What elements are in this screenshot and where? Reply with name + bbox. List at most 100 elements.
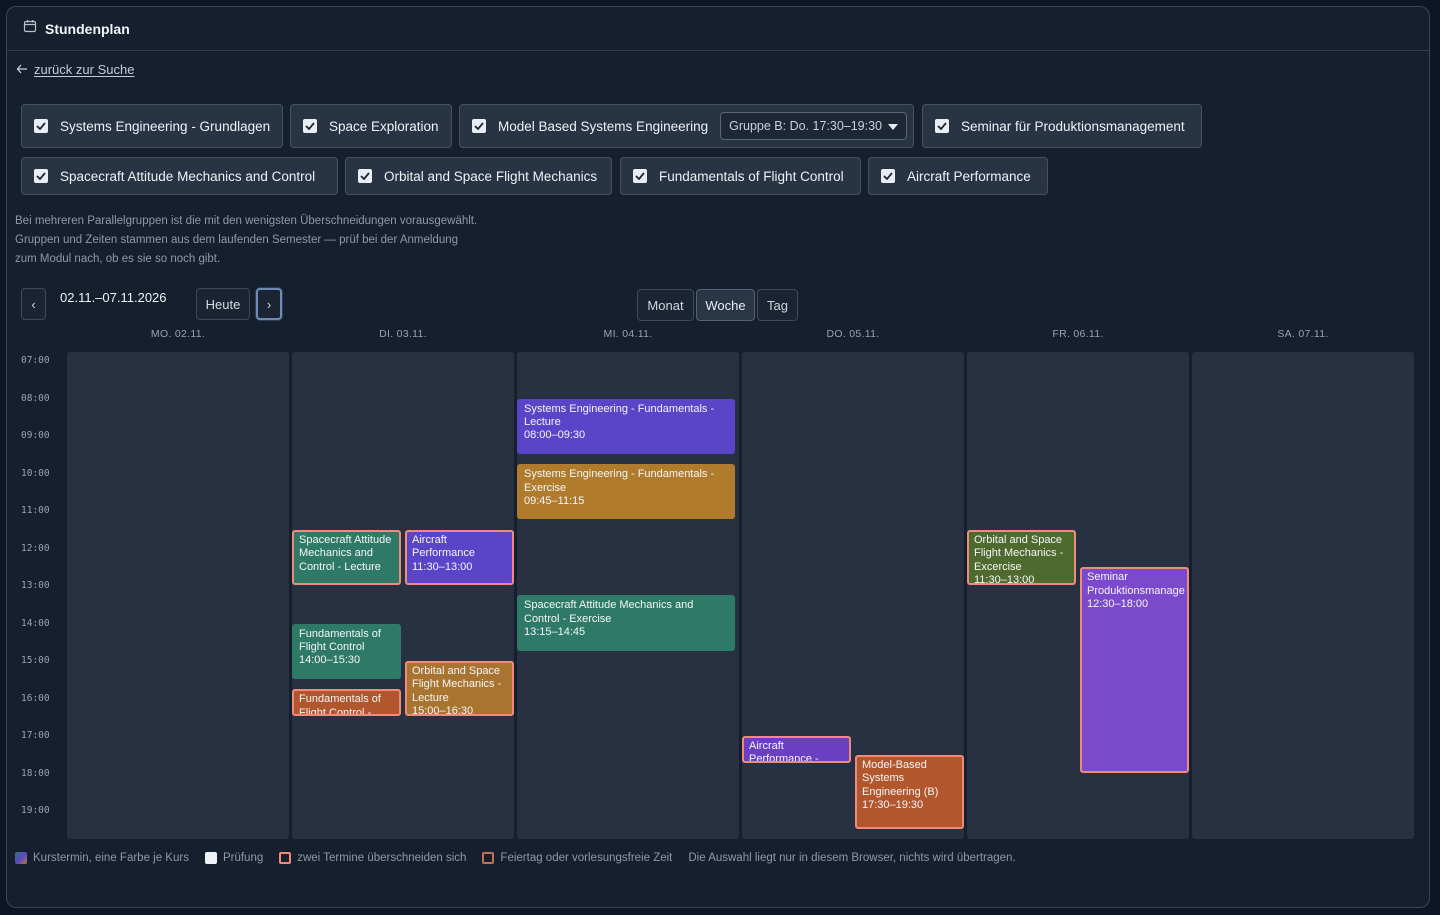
event-block[interactable]: Aircraft Performance - (742, 736, 851, 764)
view-day-button[interactable]: Tag (757, 289, 798, 321)
course-label: Fundamentals of Flight Control (659, 168, 844, 184)
day-header-thu: DO. 05.11. (826, 328, 880, 340)
legend-swatch-course (15, 852, 27, 864)
checkbox-checked-icon[interactable] (303, 119, 317, 133)
course-label: Spacecraft Attitude Mechanics and Contro… (60, 168, 316, 184)
page-title: Stundenplan (45, 20, 130, 37)
time-label: 16:00 (21, 692, 50, 704)
legend-overlap-label: zwei Termine überschneiden sich (297, 852, 467, 864)
course-chip-seminar-produktionsmanagement[interactable]: Seminar für Produktionsmanagement (922, 104, 1202, 148)
course-chip-orbital-mechanics[interactable]: Orbital and Space Flight Mechanics (345, 157, 612, 195)
event-block[interactable]: Orbital and Space Flight Mechanics - Lec… (405, 661, 514, 717)
checkbox-checked-icon[interactable] (633, 169, 647, 183)
group-select[interactable]: Gruppe B: Do. 17:30–19:30 (720, 112, 908, 140)
day-header-mon: MO. 02.11. (150, 328, 206, 340)
event-time: 13:15–14:45 (524, 626, 586, 639)
event-title: Systems Engineering - Fundamentals - Lec… (524, 402, 715, 428)
event-title: Spacecraft Attitude Mechanics and Contro… (299, 533, 392, 573)
legend-course-label: Kurstermin, eine Farbe je Kurs (33, 852, 189, 864)
hint-line: zum Modul nach, ob es sie so noch gibt. (15, 253, 221, 265)
chevron-down-icon (888, 119, 899, 133)
event-block[interactable]: Spacecraft Attitude Mechanics and Contro… (517, 595, 735, 651)
checkbox-checked-icon[interactable] (358, 169, 372, 183)
legend-exam-label: Prüfung (222, 852, 264, 864)
calendar-icon (23, 19, 37, 38)
back-link-label: zurück zur Suche (34, 62, 135, 77)
view-week-button[interactable]: Woche (696, 289, 755, 321)
legend-note-label: Die Auswahl liegt nur in diesem Browser,… (688, 852, 1016, 864)
event-title: Fundamentals of Flight Control - (299, 693, 381, 717)
course-label: Systems Engineering - Grundlagen (60, 118, 271, 134)
time-label: 19:00 (21, 805, 50, 816)
day-column-sat[interactable] (1192, 352, 1414, 839)
legend-exam: Prüfung (204, 852, 264, 864)
event-time: 17:30–19:30 (862, 798, 924, 811)
checkbox-checked-icon[interactable] (935, 119, 949, 133)
group-select-value: Gruppe B: Do. 17:30–19:30 (729, 119, 883, 133)
course-label: Space Exploration (329, 118, 439, 134)
course-chip-space-exploration[interactable]: Space Exploration (290, 104, 452, 148)
selection-hint: Bei mehreren Parallelgruppen ist die mit… (15, 212, 535, 269)
time-label: 17:00 (21, 730, 50, 741)
checkbox-checked-icon[interactable] (34, 119, 48, 133)
checkbox-checked-icon[interactable] (472, 119, 486, 133)
checkbox-checked-icon[interactable] (34, 169, 48, 183)
event-block[interactable]: Systems Engineering - Fundamentals - Lec… (517, 398, 735, 454)
event-title: Aircraft Performance - (749, 740, 819, 764)
event-title: Model-Based Systems Engineering (B) (862, 758, 939, 798)
back-to-search-link[interactable]: zurück zur Suche (16, 62, 134, 77)
legend-overlap: zwei Termine überschneiden sich (279, 852, 466, 864)
event-block[interactable]: Orbital and Space Flight Mechanics - Exc… (967, 529, 1076, 585)
event-block[interactable]: Fundamentals of Flight Control - (292, 689, 401, 717)
event-block[interactable]: Seminar Produktionsmanage 12:30–18:00 (1080, 567, 1189, 773)
time-label: 14:00 (21, 617, 50, 629)
event-title: Aircraft Performance (412, 533, 475, 560)
course-chip-flight-control[interactable]: Fundamentals of Flight Control (620, 157, 861, 195)
event-title: Orbital and Space Flight Mechanics - Lec… (412, 665, 502, 704)
day-header-sat: SA. 07.11. (1277, 328, 1329, 340)
event-block[interactable]: Systems Engineering - Fundamentals - Exe… (517, 464, 735, 520)
prev-week-button[interactable]: ‹ (21, 288, 46, 320)
event-time: 09:45–11:15 (524, 494, 585, 507)
day-column-tue[interactable] (292, 352, 514, 839)
time-label: 15:00 (21, 655, 50, 666)
course-chip-aircraft-performance[interactable]: Aircraft Performance (868, 157, 1048, 195)
date-range: 02.11.–07.11.2026 (60, 290, 167, 305)
time-label: 12:00 (21, 542, 50, 554)
view-month-button[interactable]: Monat (637, 289, 694, 321)
time-label: 09:00 (21, 430, 50, 441)
course-chip-spacecraft-attitude[interactable]: Spacecraft Attitude Mechanics and Contro… (21, 157, 338, 195)
checkbox-checked-icon[interactable] (881, 169, 895, 183)
panel-header: Stundenplan (7, 7, 1429, 51)
hint-line: Gruppen und Zeiten stammen aus dem laufe… (15, 234, 459, 246)
course-label: Model Based Systems Engineering (498, 118, 709, 134)
next-week-button[interactable]: › (256, 288, 282, 320)
event-block[interactable]: Aircraft Performance 11:30–13:00 (405, 529, 514, 585)
event-time: 11:30–13:00 (412, 560, 473, 573)
legend-holiday-label: Feiertag oder vorlesungsfreie Zeit (500, 852, 673, 864)
day-header-wed: MI. 04.11. (603, 328, 653, 340)
day-header-fri: FR. 06.11. (1052, 328, 1104, 340)
today-button[interactable]: Heute (196, 288, 250, 320)
event-time: 12:30–18:00 (1087, 598, 1149, 611)
legend: Kurstermin, eine Farbe je Kurs Prüfung z… (15, 852, 1026, 864)
time-label: 13:00 (21, 580, 50, 591)
legend-note: Die Auswahl liegt nur in diesem Browser,… (688, 852, 1015, 864)
event-block[interactable]: Model-Based Systems Engineering (B) 17:30… (855, 754, 964, 829)
day-column-mon[interactable] (67, 352, 289, 839)
legend-holiday: Feiertag oder vorlesungsfreie Zeit (482, 852, 672, 864)
event-block[interactable]: Spacecraft Attitude Mechanics and Contro… (292, 529, 401, 585)
event-title: Fundamentals of Flight Control (299, 627, 381, 653)
legend-swatch-holiday (482, 852, 495, 864)
event-time: 08:00–09:30 (524, 429, 586, 442)
hint-line: Bei mehreren Parallelgruppen ist die mit… (15, 215, 478, 227)
course-label: Aircraft Performance (907, 168, 1031, 184)
arrow-left-icon (16, 62, 28, 77)
time-label: 11:00 (21, 505, 50, 516)
day-header-tue: DI. 03.11. (379, 328, 427, 340)
course-chip-model-based-systems-engineering[interactable]: Model Based Systems Engineering Gruppe B… (459, 104, 914, 148)
course-chip-systems-engineering[interactable]: Systems Engineering - Grundlagen (21, 104, 283, 148)
event-block[interactable]: Fundamentals of Flight Control 14:00–15:3… (292, 623, 401, 679)
course-label: Seminar für Produktionsmanagement (961, 118, 1185, 134)
event-title: Spacecraft Attitude Mechanics and Contro… (524, 599, 694, 625)
